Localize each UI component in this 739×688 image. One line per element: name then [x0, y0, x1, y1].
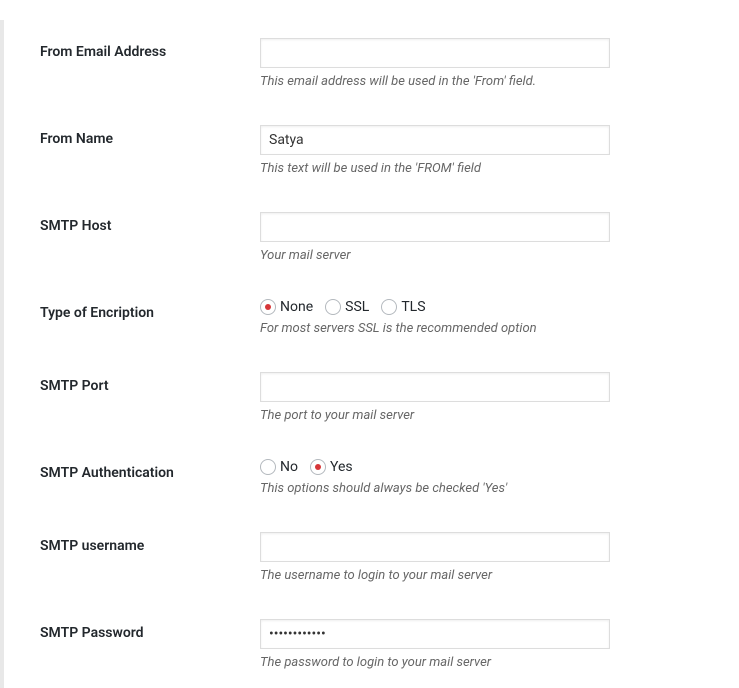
auth-radio-no[interactable]: No	[260, 459, 298, 475]
label-smtp-host: SMTP Host	[40, 212, 260, 234]
smtp-auth-description: This options should always be checked 'Y…	[260, 481, 739, 496]
radio-icon	[325, 299, 341, 315]
encryption-radio-ssl[interactable]: SSL	[325, 299, 369, 315]
encryption-radio-none[interactable]: None	[260, 299, 313, 315]
field-smtp-auth: No Yes This options should always be che…	[260, 459, 739, 496]
row-from-email: From Email Address This email address wi…	[10, 20, 739, 107]
label-smtp-password: SMTP Password	[40, 619, 260, 641]
field-from-email: This email address will be used in the '…	[260, 38, 739, 89]
row-smtp-port: SMTP Port The port to your mail server	[10, 354, 739, 441]
encryption-description: For most servers SSL is the recommended …	[260, 321, 739, 336]
radio-icon	[260, 299, 276, 315]
from-email-input[interactable]	[260, 38, 610, 68]
field-smtp-host: Your mail server	[260, 212, 739, 263]
smtp-password-input[interactable]	[260, 619, 610, 649]
field-smtp-username: The username to login to your mail serve…	[260, 532, 739, 583]
row-smtp-host: SMTP Host Your mail server	[10, 194, 739, 281]
radio-label-tls: TLS	[401, 299, 425, 315]
radio-label-yes: Yes	[330, 459, 353, 475]
field-encryption: None SSL TLS For most servers SSL is the…	[260, 299, 739, 336]
smtp-port-input[interactable]	[260, 372, 610, 402]
radio-label-no: No	[280, 459, 298, 475]
field-smtp-port: The port to your mail server	[260, 372, 739, 423]
settings-form-inner: From Email Address This email address wi…	[10, 20, 739, 688]
field-from-name: This text will be used in the 'FROM' fie…	[260, 125, 739, 176]
label-smtp-port: SMTP Port	[40, 372, 260, 394]
settings-form-wrap: From Email Address This email address wi…	[0, 20, 739, 688]
label-from-name: From Name	[40, 125, 260, 147]
radio-icon	[260, 459, 276, 475]
smtp-host-input[interactable]	[260, 212, 610, 242]
from-name-description: This text will be used in the 'FROM' fie…	[260, 161, 739, 176]
auth-radio-yes[interactable]: Yes	[310, 459, 353, 475]
auth-radio-group: No Yes	[260, 459, 739, 475]
radio-label-none: None	[280, 299, 313, 315]
encryption-radio-group: None SSL TLS	[260, 299, 739, 315]
label-encryption: Type of Encription	[40, 299, 260, 321]
smtp-password-description: The password to login to your mail serve…	[260, 655, 739, 670]
row-smtp-password: SMTP Password The password to login to y…	[10, 601, 739, 688]
row-smtp-username: SMTP username The username to login to y…	[10, 514, 739, 601]
row-smtp-auth: SMTP Authentication No Yes This options …	[10, 441, 739, 514]
from-email-description: This email address will be used in the '…	[260, 74, 739, 89]
field-smtp-password: The password to login to your mail serve…	[260, 619, 739, 670]
row-encryption: Type of Encription None SSL TLS	[10, 281, 739, 354]
label-smtp-username: SMTP username	[40, 532, 260, 554]
row-from-name: From Name This text will be used in the …	[10, 107, 739, 194]
radio-icon	[310, 459, 326, 475]
label-smtp-auth: SMTP Authentication	[40, 459, 260, 481]
smtp-port-description: The port to your mail server	[260, 408, 739, 423]
radio-icon	[381, 299, 397, 315]
from-name-input[interactable]	[260, 125, 610, 155]
smtp-host-description: Your mail server	[260, 248, 739, 263]
encryption-radio-tls[interactable]: TLS	[381, 299, 425, 315]
label-from-email: From Email Address	[40, 38, 260, 60]
smtp-username-description: The username to login to your mail serve…	[260, 568, 739, 583]
radio-label-ssl: SSL	[345, 299, 369, 315]
smtp-username-input[interactable]	[260, 532, 610, 562]
